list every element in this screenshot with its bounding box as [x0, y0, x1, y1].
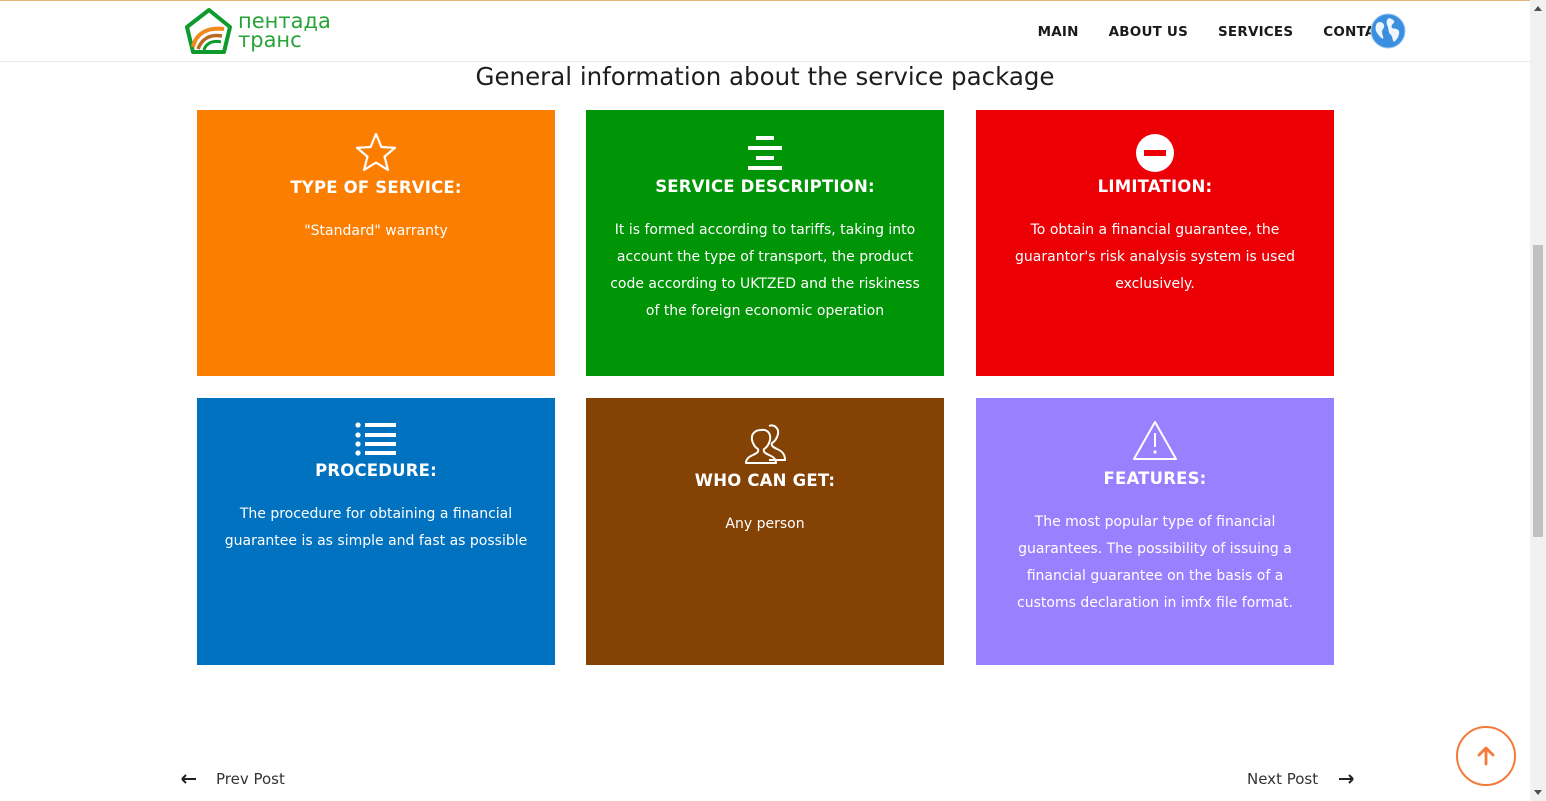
warning-icon — [1133, 421, 1177, 460]
card-text: "Standard" warranty — [304, 223, 448, 239]
logo-text: пентада транс — [238, 11, 331, 52]
card-title: TYPE OF SERVICE: — [290, 178, 462, 197]
nav-services[interactable]: SERVICES — [1218, 24, 1293, 40]
logo-house-icon — [185, 8, 232, 54]
prev-post-label: Prev Post — [216, 770, 285, 788]
card-procedure: PROCEDURE: The procedure for obtaining a… — [197, 398, 555, 665]
card-features: FEATURES: The most popular type of finan… — [976, 398, 1334, 665]
card-type-of-service: TYPE OF SERVICE: "Standard" warranty — [197, 110, 555, 376]
scroll-up-icon[interactable] — [1534, 6, 1542, 11]
scroll-down-icon[interactable] — [1534, 790, 1542, 795]
arrow-right-icon — [1339, 774, 1354, 784]
prev-post-link[interactable]: Prev Post — [181, 770, 285, 788]
card-text: It is formed according to tariffs, takin… — [610, 222, 920, 319]
no-entry-icon — [1136, 134, 1174, 172]
nav-about-us[interactable]: ABOUT US — [1109, 24, 1188, 40]
site-header: пентада транс MAIN ABOUT US SERVICES CON… — [0, 1, 1530, 62]
card-text: Any person — [725, 516, 805, 532]
next-post-link[interactable]: Next Post — [1247, 770, 1354, 788]
card-title: LIMITATION: — [1097, 177, 1213, 196]
card-title: SERVICE DESCRIPTION: — [655, 177, 875, 196]
card-service-description: SERVICE DESCRIPTION: It is formed accord… — [586, 110, 944, 376]
scrollbar-thumb[interactable] — [1533, 245, 1543, 537]
star-icon — [355, 132, 397, 172]
card-text: The most popular type of financial guara… — [1017, 514, 1293, 611]
back-to-top-button[interactable] — [1456, 726, 1516, 786]
arrow-left-icon — [181, 774, 196, 784]
card-limitation: LIMITATION: To obtain a financial guaran… — [976, 110, 1334, 376]
card-text: To obtain a financial guarantee, the gua… — [1015, 222, 1295, 292]
next-post-label: Next Post — [1247, 770, 1319, 788]
align-center-icon — [748, 136, 782, 170]
main-nav: MAIN ABOUT US SERVICES CONTACTS — [1008, 1, 1405, 62]
card-title: WHO CAN GET: — [694, 471, 836, 490]
vertical-scrollbar[interactable] — [1530, 0, 1546, 801]
nav-main[interactable]: MAIN — [1038, 24, 1079, 40]
card-who-can-get: WHO CAN GET: Any person — [586, 398, 944, 665]
section-title: General information about the service pa… — [475, 62, 1055, 91]
card-title: FEATURES: — [1103, 469, 1207, 488]
globe-language-icon[interactable] — [1370, 13, 1406, 49]
user-icon — [745, 424, 787, 464]
list-icon — [355, 422, 396, 456]
arrow-up-icon — [1477, 746, 1495, 766]
logo-line-2: транс — [238, 28, 302, 52]
card-title: PROCEDURE: — [315, 461, 437, 480]
card-text: The procedure for obtaining a financial … — [224, 506, 528, 549]
site-logo[interactable]: пентада транс — [184, 7, 334, 55]
